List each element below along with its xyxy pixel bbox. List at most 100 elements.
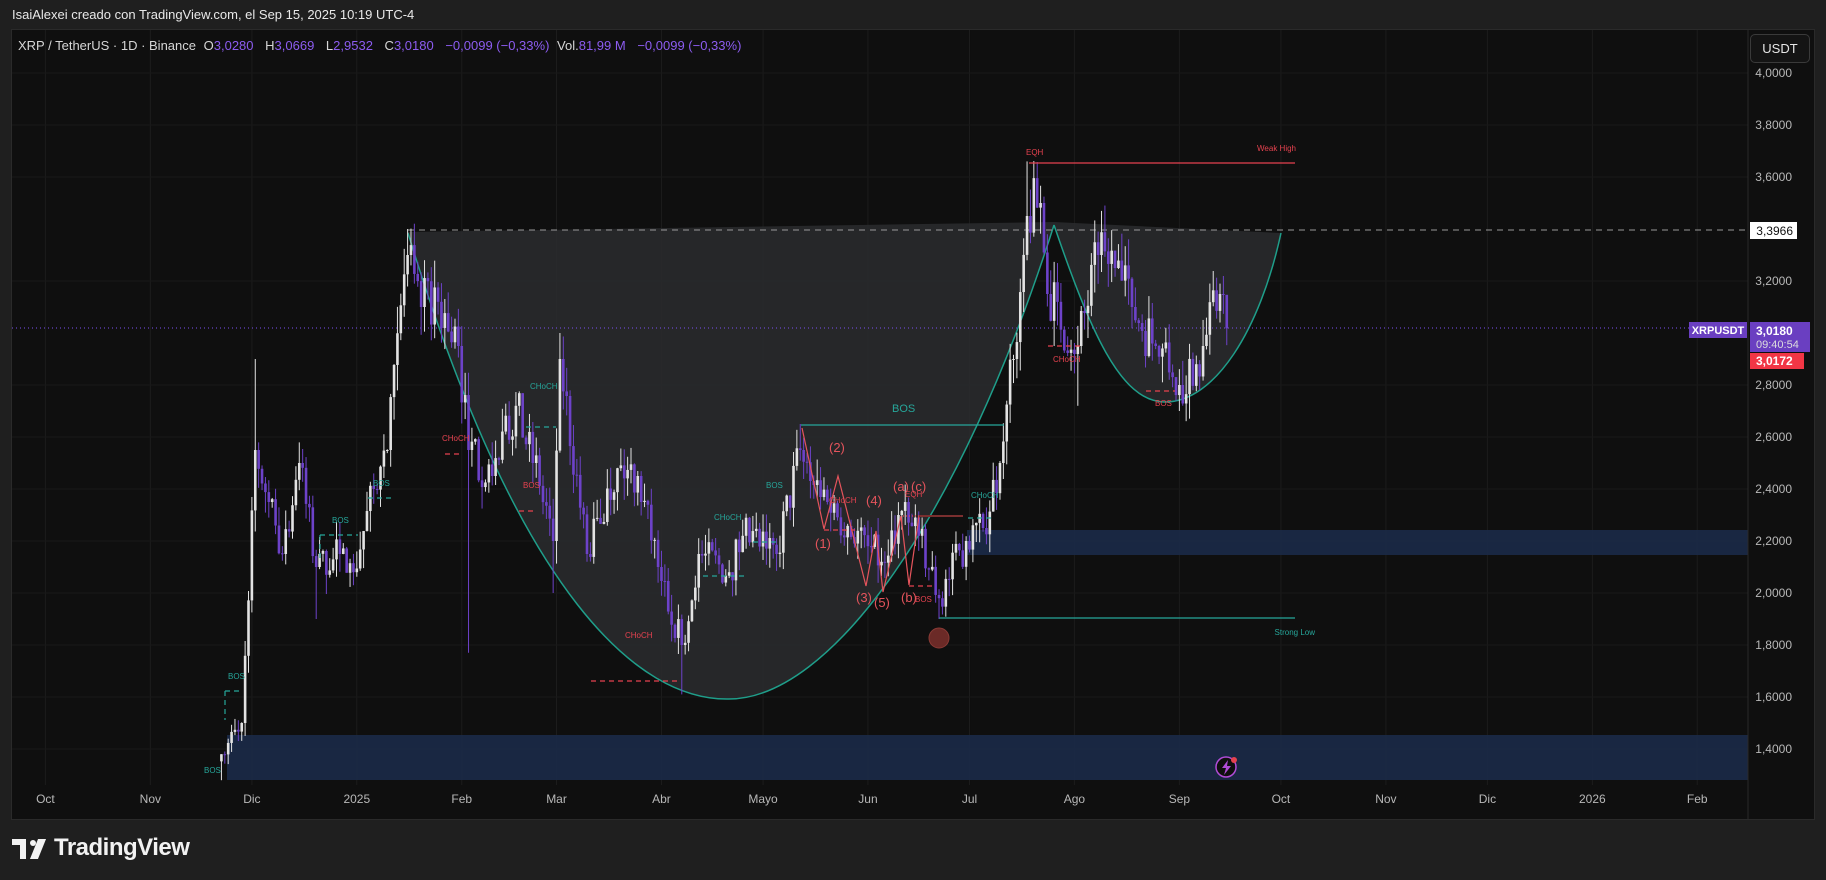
candle-body [331, 559, 335, 571]
candle-body [643, 500, 646, 503]
time-axis-label: Mayo [748, 792, 778, 806]
candle-body [416, 273, 420, 282]
low-value: 2,9532 [333, 38, 373, 53]
candle-body [1073, 349, 1076, 355]
candle-body [616, 468, 619, 493]
wave-label-1: (1) [815, 536, 831, 551]
candle-body [1096, 242, 1100, 255]
candle-body [555, 450, 558, 541]
wave-label-a: (a) [893, 479, 909, 494]
price-axis-label: 2,2000 [1755, 534, 1792, 548]
demand-zone-lower [227, 735, 1748, 780]
candle-body [247, 600, 250, 656]
candle-body [1164, 342, 1168, 349]
candle-body [450, 331, 453, 343]
lightning-icon[interactable] [1215, 756, 1237, 778]
candle-body [518, 393, 521, 406]
candle-body [629, 464, 633, 470]
candle-body [958, 543, 961, 551]
price-axis-label: 2,0000 [1755, 586, 1792, 600]
symbol-title[interactable]: XRP / TetherUS · 1D · Binance [18, 38, 196, 53]
time-axis-label: Dic [243, 792, 260, 806]
candle-body [504, 415, 508, 432]
candle-body [612, 492, 616, 500]
candle-body [998, 463, 1002, 494]
candle-body [707, 542, 711, 554]
wave-label-2: (2) [829, 440, 845, 455]
wave-label-4: (4) [866, 493, 882, 508]
candle-body [694, 587, 697, 601]
candle-body [578, 474, 582, 508]
close-label: C [384, 38, 394, 53]
candle-body [947, 578, 951, 580]
demand-zone-upper [967, 530, 1748, 555]
choch-label: CHoCH [442, 434, 470, 443]
candle-body [237, 729, 240, 732]
time-axis-label: Oct [36, 792, 55, 806]
candle-body [572, 446, 575, 475]
candle-body [819, 480, 822, 498]
candle-body [941, 598, 944, 607]
price-chart[interactable]: BOS BOS BOS BOS CHoCH CHoCH BOS CHoCH CH… [0, 0, 1826, 880]
candle-body [494, 458, 497, 476]
bid-price-text: 3,0172 [1756, 354, 1793, 368]
candle-body [792, 465, 795, 508]
candle-body [545, 502, 548, 506]
volume-change: −0,0099 (−0,33%) [637, 38, 742, 53]
candle-body [1018, 292, 1022, 343]
tradingview-logo[interactable]: TradingView [12, 834, 190, 862]
candle-body [748, 517, 751, 543]
price-axis[interactable]: 4,0000 3,8000 3,6000 3,2000 2,8000 2,6000 2,40… [1755, 66, 1792, 756]
candle-body [287, 529, 291, 532]
candle-body [700, 554, 704, 556]
candle-body [951, 552, 954, 580]
event-marker[interactable] [928, 627, 950, 649]
candle-body [1025, 216, 1029, 255]
candle-body [1150, 318, 1154, 344]
currency-button[interactable]: USDT [1750, 34, 1810, 63]
candle-body [562, 359, 565, 392]
bos-label: BOS [1155, 399, 1172, 408]
candle-body [328, 570, 332, 575]
price-axis-label: 2,8000 [1755, 378, 1792, 392]
candle-body [1211, 290, 1215, 303]
candle-body [531, 431, 535, 463]
candle-body [301, 463, 304, 468]
candle-body [609, 488, 612, 500]
candle-body [382, 450, 386, 467]
weak-high-label: Weak High [1257, 144, 1296, 153]
candle-body [710, 542, 714, 551]
candle-body [717, 555, 721, 565]
candle-body [751, 531, 755, 543]
candle-body [528, 431, 531, 445]
bos-label: BOS [915, 595, 932, 604]
candle-body [419, 281, 423, 307]
time-axis-label: Feb [451, 792, 472, 806]
candle-body [1120, 260, 1124, 281]
choch-label: CHoCH [1053, 355, 1081, 364]
candle-body [964, 541, 968, 567]
bos-label: BOS [892, 403, 915, 415]
candle-body [253, 450, 257, 511]
candle-body [514, 405, 518, 437]
candle-body [907, 502, 910, 523]
candle-body [1032, 178, 1036, 233]
candle-body [413, 245, 416, 274]
time-axis-label: Dic [1479, 792, 1496, 806]
candle-body [1049, 294, 1053, 321]
candle-body [470, 441, 474, 450]
candle-body [308, 503, 311, 508]
time-axis[interactable]: Oct Nov Dic 2025 Feb Mar Abr Mayo Jun Jul Ago Sep Oc… [36, 792, 1708, 806]
candle-body [511, 436, 514, 440]
candle-body [1178, 385, 1181, 396]
candle-body [423, 278, 426, 307]
price-axis-label: 4,0000 [1755, 66, 1792, 80]
candle-body [775, 544, 778, 554]
candle-body [734, 539, 738, 581]
candle-body [534, 455, 538, 463]
bos-label: BOS [523, 481, 540, 490]
candle-body [575, 474, 579, 476]
candle-body [541, 485, 545, 503]
candle-body [626, 469, 629, 479]
open-value: 3,0280 [213, 38, 254, 53]
